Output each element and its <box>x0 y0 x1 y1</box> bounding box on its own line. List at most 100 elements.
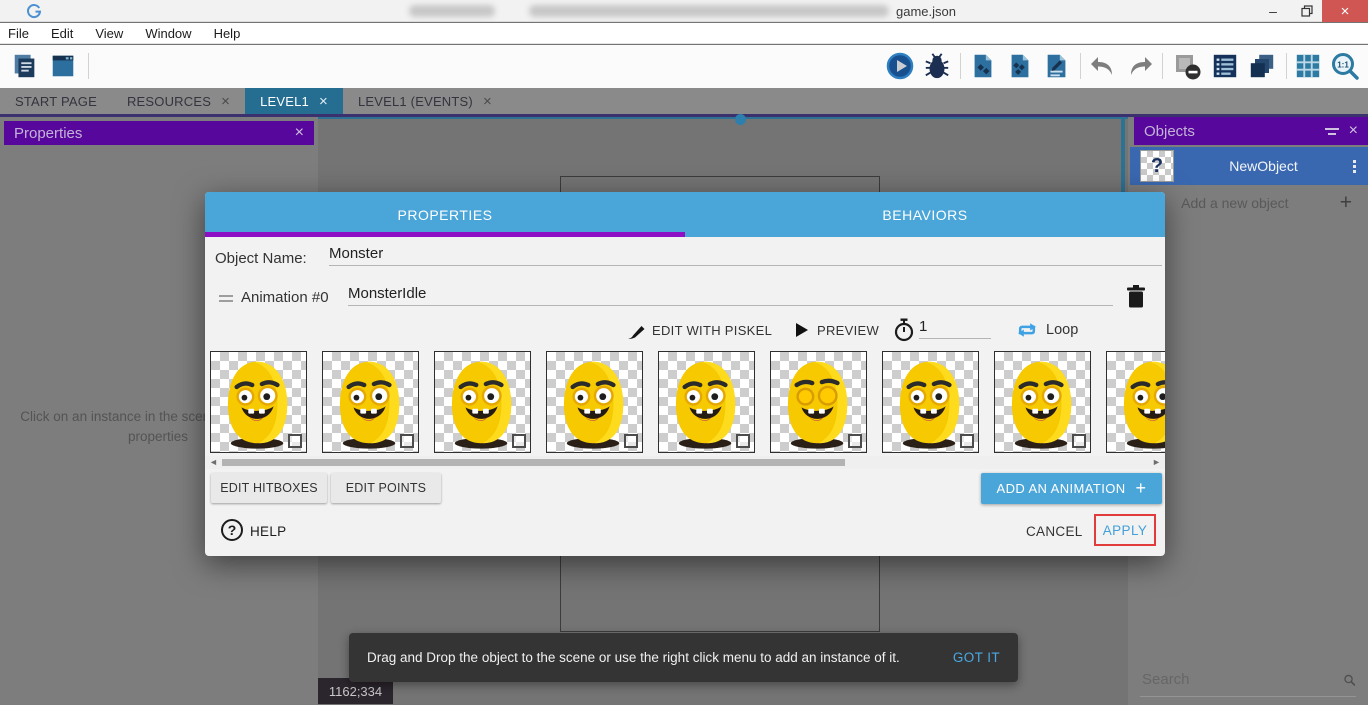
scroll-left-icon[interactable]: ◄ <box>209 457 218 467</box>
animation-frame[interactable] <box>770 351 867 453</box>
button-label: ADD AN ANIMATION <box>997 481 1126 496</box>
frame-checkbox[interactable] <box>288 434 302 448</box>
objects-panel-title: Objects <box>1144 123 1315 140</box>
layers-icon[interactable] <box>1247 51 1277 81</box>
publish-file-icon[interactable] <box>1005 51 1035 81</box>
tab-properties[interactable]: PROPERTIES <box>205 192 685 237</box>
animation-frame[interactable] <box>210 351 307 453</box>
help-button[interactable]: HELP <box>250 524 286 539</box>
debug-icon[interactable] <box>922 51 952 81</box>
animation-frame[interactable] <box>658 351 755 453</box>
frame-checkbox[interactable] <box>400 434 414 448</box>
scrollbar-thumb[interactable] <box>222 459 845 466</box>
apply-highlight-box: APPLY <box>1094 514 1156 546</box>
edit-hitboxes-button[interactable]: EDIT HITBOXES <box>211 473 327 503</box>
animation-frame[interactable] <box>994 351 1091 453</box>
kebab-menu-icon[interactable] <box>1353 160 1356 173</box>
tab-behaviors[interactable]: BEHAVIORS <box>685 192 1165 237</box>
object-list-item[interactable]: ? NewObject <box>1130 147 1368 185</box>
edit-events-file-icon[interactable] <box>1042 51 1072 81</box>
zoom-1-1-icon[interactable]: 1:1 <box>1330 51 1360 81</box>
animation-frame[interactable] <box>546 351 643 453</box>
animation-frame[interactable] <box>882 351 979 453</box>
animation-frame[interactable] <box>322 351 419 453</box>
help-icon[interactable]: ? <box>221 519 243 541</box>
preview-play-icon <box>795 322 809 338</box>
grid-icon[interactable] <box>1293 51 1323 81</box>
monster-sprite <box>1107 352 1165 452</box>
filter-icon[interactable] <box>1325 128 1339 135</box>
plus-icon[interactable]: + <box>1340 191 1352 215</box>
frames-scrollbar[interactable]: ◄ ► <box>205 456 1165 469</box>
close-icon[interactable]: × <box>295 125 304 141</box>
properties-panel-title: Properties <box>14 125 285 142</box>
loop-label: Loop <box>1046 322 1078 338</box>
loop-icon <box>1016 320 1038 340</box>
tab-level1-events[interactable]: LEVEL1 (EVENTS) × <box>343 88 507 114</box>
menu-file[interactable]: File <box>8 26 29 41</box>
frame-checkbox[interactable] <box>960 434 974 448</box>
got-it-button[interactable]: GOT IT <box>953 650 1000 665</box>
time-between-frames-input[interactable] <box>919 318 991 339</box>
edit-points-button[interactable]: EDIT POINTS <box>331 473 441 503</box>
tab-label: LEVEL1 <box>260 94 309 109</box>
scroll-right-icon[interactable]: ► <box>1152 457 1161 467</box>
play-icon[interactable] <box>885 51 915 81</box>
object-name-input[interactable] <box>329 245 1162 266</box>
delete-animation-icon[interactable] <box>1125 284 1147 309</box>
tab-label: RESOURCES <box>127 94 211 109</box>
editor-tabbar: START PAGE RESOURCES × LEVEL1 × LEVEL1 (… <box>0 88 1368 117</box>
loop-toggle[interactable] <box>1016 320 1038 345</box>
tab-close-icon[interactable]: × <box>483 94 492 109</box>
tab-resources[interactable]: RESOURCES × <box>112 88 245 114</box>
start-page-window-icon[interactable] <box>48 51 78 81</box>
toolbar-divider <box>1162 53 1163 79</box>
redacted-title-text <box>409 5 495 17</box>
animation-frame[interactable] <box>1106 351 1165 453</box>
animation-frame[interactable] <box>434 351 531 453</box>
dialog-tabs: PROPERTIES BEHAVIORS <box>205 192 1165 237</box>
instances-list-icon[interactable] <box>1210 51 1240 81</box>
search-icon[interactable] <box>1343 670 1356 690</box>
snackbar: Drag and Drop the object to the scene or… <box>349 633 1018 682</box>
apply-button[interactable]: APPLY <box>1103 523 1148 538</box>
cancel-button[interactable]: CANCEL <box>1026 524 1083 539</box>
tab-start-page[interactable]: START PAGE <box>0 88 112 114</box>
svg-text:1:1: 1:1 <box>1337 61 1349 70</box>
redacted-title-path <box>529 5 889 17</box>
menubar: File Edit View Window Help <box>0 23 1368 44</box>
restore-button[interactable] <box>1292 0 1322 22</box>
search-input[interactable] <box>1140 670 1343 689</box>
delete-instances-icon[interactable] <box>1172 51 1202 81</box>
animation-name-input[interactable] <box>348 285 1113 306</box>
frame-checkbox[interactable] <box>848 434 862 448</box>
frame-checkbox[interactable] <box>624 434 638 448</box>
close-button[interactable]: × <box>1322 0 1368 22</box>
snackbar-message: Drag and Drop the object to the scene or… <box>367 650 953 665</box>
frame-checkbox[interactable] <box>1072 434 1086 448</box>
undo-icon[interactable] <box>1088 51 1118 81</box>
redo-icon[interactable] <box>1125 51 1155 81</box>
add-object-row[interactable]: Add a new object + <box>1130 189 1368 217</box>
minimize-button[interactable]: – <box>1258 0 1288 22</box>
frame-checkbox[interactable] <box>512 434 526 448</box>
tab-close-icon[interactable]: × <box>221 94 230 109</box>
selection-handle-dot[interactable] <box>735 114 746 125</box>
preview-button[interactable]: PREVIEW <box>817 323 879 338</box>
toolbar-divider <box>960 53 961 79</box>
tab-level1[interactable]: LEVEL1 × <box>245 88 343 114</box>
tab-label: LEVEL1 (EVENTS) <box>358 94 473 109</box>
menu-window[interactable]: Window <box>145 26 191 41</box>
edit-with-piskel-button[interactable]: EDIT WITH PISKEL <box>652 323 772 338</box>
drag-handle-icon[interactable] <box>219 292 233 302</box>
menu-help[interactable]: Help <box>214 26 241 41</box>
frame-checkbox[interactable] <box>736 434 750 448</box>
menu-edit[interactable]: Edit <box>51 26 73 41</box>
add-animation-button[interactable]: ADD AN ANIMATION + <box>981 473 1162 504</box>
object-name-field-label: Object Name: <box>215 250 307 267</box>
menu-view[interactable]: View <box>95 26 123 41</box>
close-icon[interactable]: × <box>1349 123 1358 139</box>
tab-close-icon[interactable]: × <box>319 94 328 109</box>
export-file-icon[interactable] <box>968 51 998 81</box>
project-manager-icon[interactable] <box>10 51 40 81</box>
